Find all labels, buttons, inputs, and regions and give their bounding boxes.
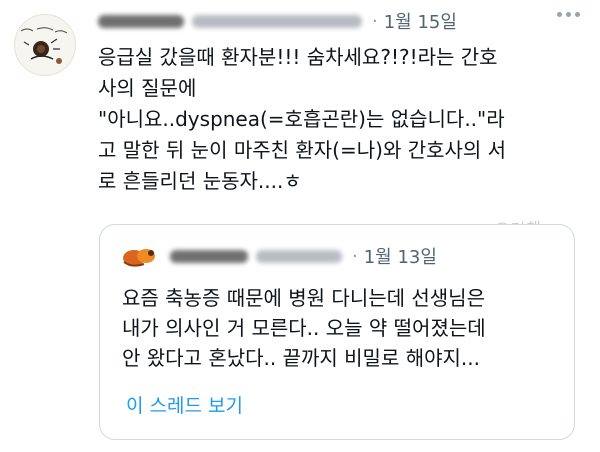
tweet[interactable]: · 1월 15일 응급실 갔을때 환자분!!! 숨차세요?!?!라는 간호 사의… xyxy=(0,0,600,452)
avatar[interactable] xyxy=(14,14,76,76)
quoted-tweet-text: 요즘 축농증 때문에 병원 다니는데 선생님은 내가 의사인 거 모른다.. 오… xyxy=(122,286,486,370)
quoted-handle-redacted[interactable] xyxy=(256,249,342,263)
handle-redacted[interactable] xyxy=(192,14,362,28)
tweet-text: 응급실 갔을때 환자분!!! 숨차세요?!?!라는 간호 사의 질문에 "아니요… xyxy=(98,45,507,193)
avatar-doodle-icon xyxy=(20,27,68,64)
more-options-icon[interactable] xyxy=(557,12,580,17)
tweet-date[interactable]: 1월 15일 xyxy=(384,8,457,34)
show-thread-link[interactable]: 이 스레드 보기 xyxy=(126,391,243,418)
quoted-tweet-header: · 1월 13일 xyxy=(120,243,437,269)
quoted-display-name-redacted[interactable] xyxy=(170,249,248,263)
tweet-header: · 1월 15일 xyxy=(98,8,586,34)
quoted-tweet[interactable]: · 1월 13일 요즘 축농증 때문에 병원 다니는데 선생님은 내가 의사인 … xyxy=(99,224,575,440)
display-name-redacted[interactable] xyxy=(98,14,184,28)
separator-dot: · xyxy=(352,245,358,267)
separator-dot: · xyxy=(372,10,378,32)
quoted-tweet-date[interactable]: 1월 13일 xyxy=(364,243,437,269)
quoted-avatar-icon[interactable] xyxy=(120,242,160,270)
